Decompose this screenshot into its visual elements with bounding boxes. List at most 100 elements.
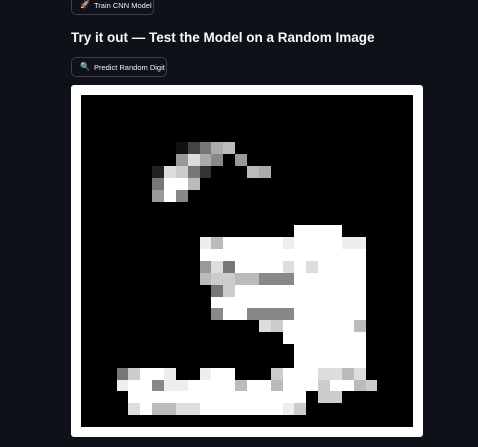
digit-pixel [81,201,93,214]
digit-pixel [104,201,117,214]
digit-pixel [140,189,153,202]
digit-pixel [353,95,366,107]
digit-pixel [282,166,295,178]
digit-pixel [163,213,176,226]
digit-pixel [128,308,141,321]
digit-pixel [140,237,153,250]
digit-pixel [81,225,93,238]
digit-pixel [81,213,93,226]
digit-pixel [246,201,259,214]
digit-pixel [175,237,188,250]
train-cnn-button[interactable]: 🚀 Train CNN Model [71,0,154,15]
digit-pixel [329,237,342,250]
digit-pixel [377,415,390,427]
digit-pixel [104,379,117,392]
digit-pixel [246,403,259,416]
digit-pixel [389,225,402,238]
digit-pixel [318,332,330,344]
digit-pixel [152,249,164,261]
digit-pixel [270,332,283,344]
digit-pixel [270,249,283,261]
digit-pixel [104,284,117,297]
digit-pixel [329,332,342,344]
digit-pixel [223,213,236,226]
digit-pixel [211,95,224,107]
digit-pixel [246,237,259,250]
digit-pixel [116,296,129,309]
digit-pixel [235,118,247,131]
digit-pixel [377,367,390,380]
predict-random-digit-button[interactable]: 🔍 Predict Random Digit [71,57,167,77]
digit-pixel [128,154,141,167]
digit-pixel [152,118,164,131]
digit-pixel [294,154,307,167]
digit-pixel [329,154,342,167]
digit-pixel [246,177,259,190]
digit-pixel [211,106,224,119]
digit-pixel [329,379,342,392]
digit-pixel [353,166,366,178]
digit-pixel [152,95,164,107]
digit-pixel [329,355,342,368]
digit-pixel [282,332,295,344]
digit-pixel [306,355,319,368]
digit-pixel [235,95,247,107]
digit-pixel [223,320,236,333]
digit-pixel [318,284,330,297]
digit-pixel [116,284,129,297]
digit-pixel [329,118,342,131]
digit-pixel [401,343,413,356]
digit-pixel [235,201,247,214]
digit-pixel [235,225,247,238]
digit-pixel [258,213,271,226]
digit-pixel [104,272,117,285]
digit-pixel [92,177,105,190]
digit-pixel [128,367,141,380]
digit-pixel [152,284,164,297]
digit-pixel [81,95,93,107]
digit-pixel [152,320,164,333]
digit-pixel [175,379,188,392]
digit-pixel [223,95,236,107]
digit-pixel [235,189,247,202]
digit-pixel [389,343,402,356]
digit-pixel [389,296,402,309]
digit-pixel [377,237,390,250]
digit-pixel [246,130,259,143]
digit-pixel [365,249,378,261]
digit-pixel [199,142,212,155]
digit-pixel [306,391,319,404]
digit-pixel [306,379,319,392]
digit-pixel [306,367,319,380]
digit-pixel [92,332,105,344]
digit-pixel [163,320,176,333]
digit-pixel [389,308,402,321]
digit-pixel [235,391,247,404]
digit-pixel [81,142,93,155]
digit-pixel [128,260,141,273]
digit-pixel [246,367,259,380]
digit-pixel [341,379,354,392]
digit-pixel [152,130,164,143]
digit-pixel [116,415,129,427]
digit-pixel [152,272,164,285]
digit-pixel [81,355,93,368]
digit-pixel [341,237,354,250]
digit-pixel [353,154,366,167]
digit-pixel [329,95,342,107]
digit-pixel [318,237,330,250]
digit-pixel [81,106,93,119]
digit-pixel [353,142,366,155]
digit-pixel [341,367,354,380]
digit-pixel [329,166,342,178]
digit-pixel [140,308,153,321]
digit-pixel [163,225,176,238]
digit-pixel [318,189,330,202]
digit-pixel [282,260,295,273]
digit-pixel [294,403,307,416]
digit-pixel [353,308,366,321]
digit-pixel [318,260,330,273]
digit-pixel [389,118,402,131]
digit-pixel [235,130,247,143]
digit-pixel [246,142,259,155]
